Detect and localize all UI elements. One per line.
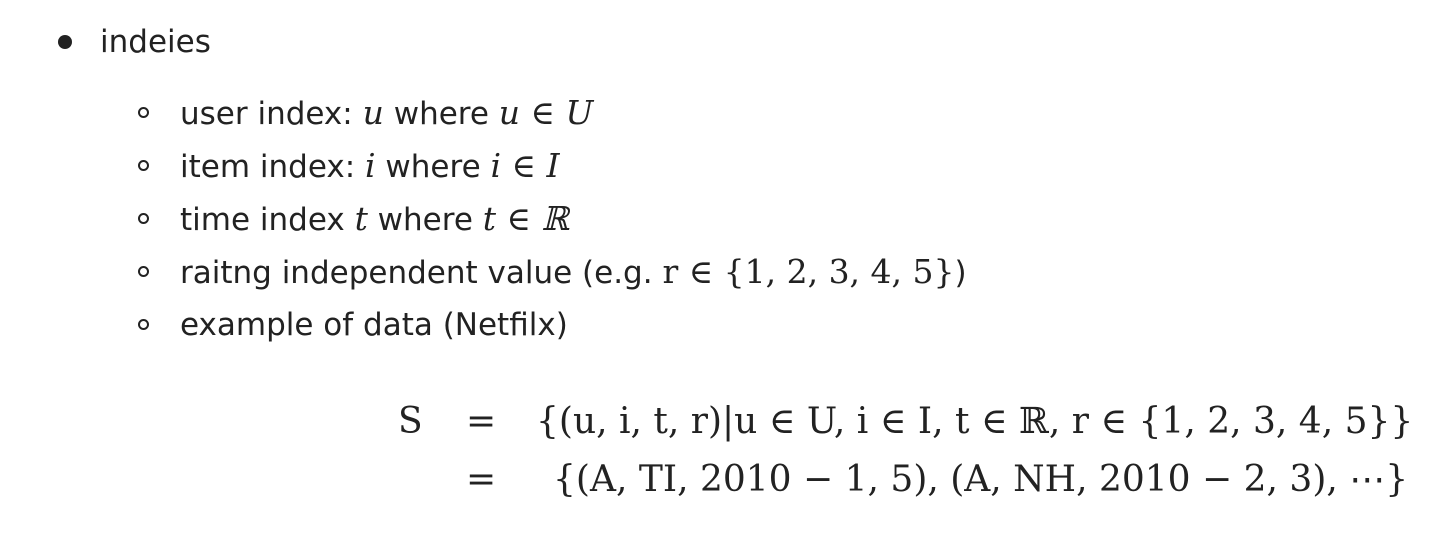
circle-bullet-icon <box>138 107 149 118</box>
circle-bullet-icon <box>138 160 149 171</box>
equation-relation: = <box>466 401 497 442</box>
bullet-icon <box>58 35 72 49</box>
item-text: example of data (Netfilx) <box>180 307 568 343</box>
math-var: t <box>354 199 368 238</box>
list-item-rating-value: raitng independent value (e.g. r ∈ {1, 2… <box>136 247 967 300</box>
equation-line-2: {(A, TI, 2010 − 1, 5), (A, NH, 2010 − 2,… <box>553 459 1409 500</box>
list-item-example-data: example of data (Netfilx) <box>136 300 967 353</box>
list-item-label: indeies <box>100 24 211 60</box>
math-expr: u ∈ U <box>498 93 594 132</box>
math-expr: t ∈ ℝ <box>482 199 569 238</box>
equation-relation: = <box>466 459 497 500</box>
document-body: indeies user index: u where u ∈ U item i… <box>0 0 1448 558</box>
item-text: item index: <box>180 149 366 185</box>
list-item-user-index: user index: u where u ∈ U <box>136 88 967 141</box>
item-text: raitng independent value (e.g. <box>180 255 663 291</box>
math-expr: i ∈ I <box>490 146 560 185</box>
item-text: ) <box>954 255 967 291</box>
math-var: i <box>365 146 376 185</box>
item-text: where <box>375 149 491 185</box>
item-text: user index: <box>180 96 363 132</box>
item-text: time index <box>180 202 355 238</box>
circle-bullet-icon <box>138 213 149 224</box>
sub-list: user index: u where u ∈ U item index: i … <box>136 88 967 353</box>
circle-bullet-icon <box>138 266 149 277</box>
list-item-time-index: time index t where t ∈ ℝ <box>136 194 967 247</box>
circle-bullet-icon <box>138 319 149 330</box>
math-expr: r ∈ {1, 2, 3, 4, 5} <box>662 252 955 291</box>
item-text: where <box>383 96 499 132</box>
list-item-indices: indeies <box>100 18 211 66</box>
math-var: u <box>362 93 384 132</box>
list-item-item-index: item index: i where i ∈ I <box>136 141 967 194</box>
equation-line-1: {(u, i, t, r)|u ∈ U, i ∈ I, t ∈ ℝ, r ∈ {… <box>536 401 1414 442</box>
equation-lhs: S <box>398 401 423 442</box>
item-text: where <box>367 202 483 238</box>
